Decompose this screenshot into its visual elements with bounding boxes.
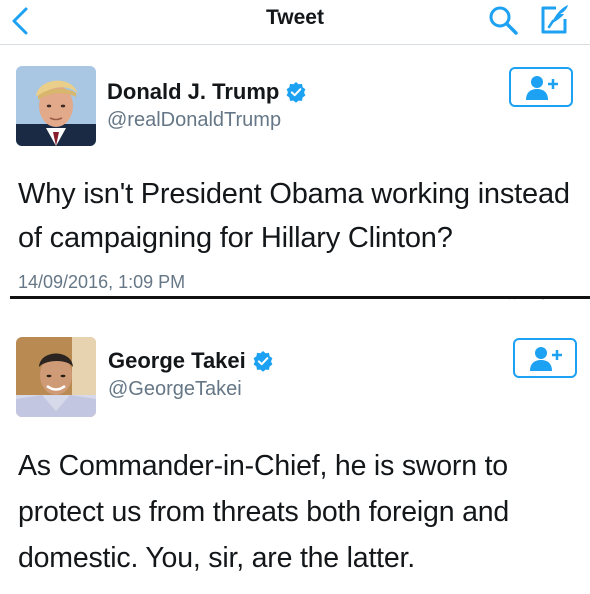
display-name[interactable]: Donald J. Trump — [107, 79, 279, 105]
tweet-card: George Takei @GeorgeTakei As Commander-i… — [0, 300, 590, 594]
tweet-card: Donald J. Trump @realDonaldTrump Why isn… — [0, 45, 590, 297]
display-name[interactable]: George Takei — [108, 348, 246, 374]
screenshot-divider — [10, 296, 590, 299]
avatar-image — [16, 337, 96, 417]
add-user-icon — [526, 76, 558, 100]
compose-icon[interactable] — [537, 2, 573, 36]
search-icon[interactable] — [487, 4, 519, 36]
tweet-text: As Commander-in-Chief, he is sworn to pr… — [18, 450, 510, 574]
user-handle[interactable]: @GeorgeTakei — [108, 378, 242, 401]
follow-button[interactable] — [509, 67, 573, 107]
navigation-bar: Tweet — [0, 0, 590, 45]
user-name-row: Donald J. Trump — [107, 79, 307, 105]
avatar[interactable] — [16, 66, 96, 146]
add-user-icon — [530, 347, 562, 371]
verified-badge-icon — [253, 351, 273, 372]
tweet-screenshot-collage: Tweet Donald J. Trump @realDonaldTrump W… — [0, 0, 590, 594]
verified-badge-icon — [286, 82, 306, 103]
tweet-timestamp[interactable]: 14/09/2016, 1:09 PM — [18, 272, 185, 293]
user-name-row: George Takei — [108, 348, 274, 374]
avatar[interactable] — [16, 337, 96, 417]
user-handle[interactable]: @realDonaldTrump — [107, 109, 281, 132]
tweet-text: Why isn't President Obama working instea… — [18, 178, 570, 254]
follow-button[interactable] — [513, 338, 577, 378]
avatar-image — [16, 66, 96, 146]
